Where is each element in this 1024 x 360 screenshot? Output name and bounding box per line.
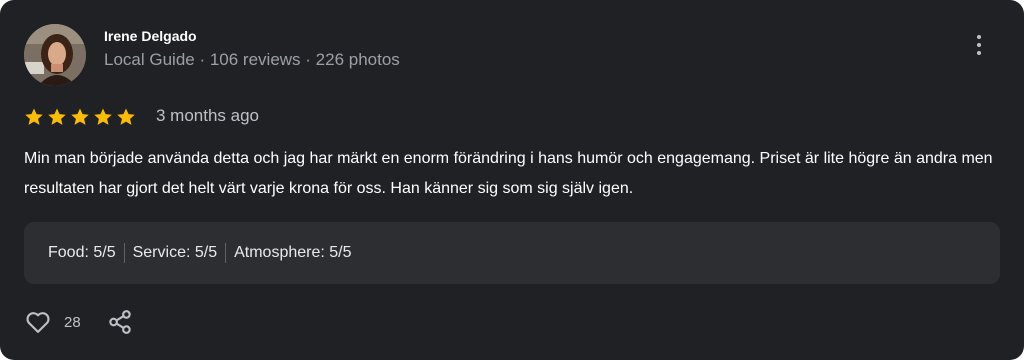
reviewer-meta: Local Guide · 106 reviews · 226 photos	[104, 50, 400, 69]
star-icon	[117, 108, 135, 125]
heart-icon	[26, 312, 50, 333]
like-count: 28	[64, 314, 81, 331]
avatar[interactable]	[24, 24, 86, 86]
rating-food: Food: 5/5	[48, 244, 116, 261]
star-rating	[24, 107, 136, 127]
like-button[interactable]	[24, 308, 52, 336]
ratings-panel: Food: 5/5 Service: 5/5 Atmosphere: 5/5	[24, 222, 1000, 284]
rating-service: Service: 5/5	[132, 244, 218, 261]
star-icon	[94, 108, 112, 125]
divider	[225, 243, 227, 263]
review-text: Min man började använda detta och jag ha…	[24, 150, 993, 197]
star-icon	[25, 108, 43, 125]
more-vertical-icon	[977, 35, 981, 39]
divider	[123, 243, 125, 263]
share-icon	[109, 310, 131, 334]
rating-atmosphere: Atmosphere: 5/5	[234, 244, 352, 261]
review-time: 3 months ago	[156, 106, 260, 125]
star-icon	[48, 108, 66, 125]
review-card: Irene Delgado Local Guide · 106 reviews …	[0, 0, 1024, 360]
share-button[interactable]	[106, 308, 134, 336]
star-icon	[71, 108, 89, 125]
more-options-button[interactable]	[964, 30, 994, 60]
reviewer-name[interactable]: Irene Delgado	[104, 28, 197, 44]
